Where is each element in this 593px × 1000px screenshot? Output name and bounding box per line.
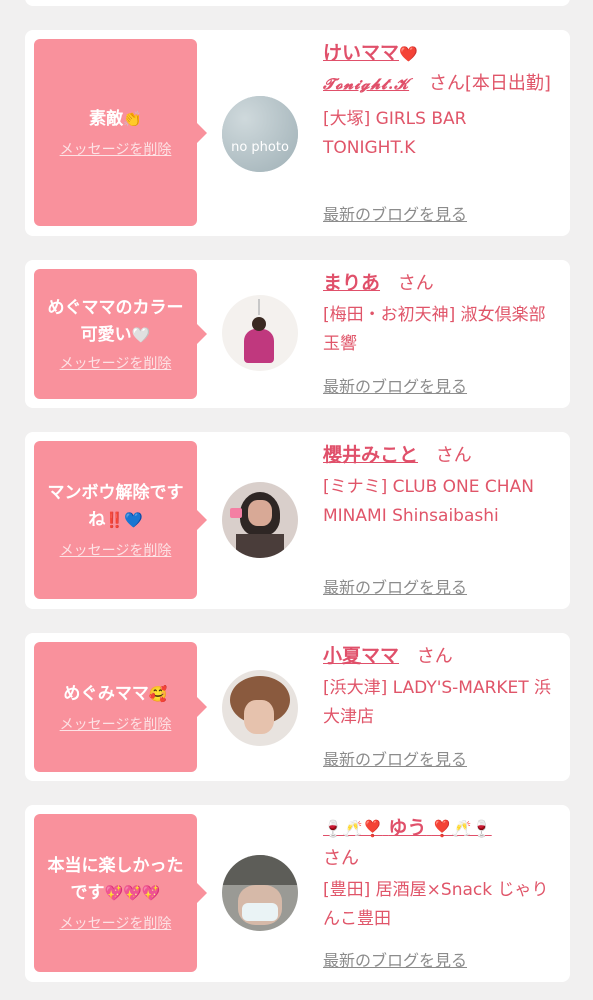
view-blog-link[interactable]: 最新のブログを見る — [323, 947, 467, 971]
message-text: めぐママのカラー可愛い🤍 — [47, 298, 184, 345]
store-brand-text: 𝓣𝓸𝓷𝓲𝓰𝓱𝓽.𝓚 — [323, 75, 410, 93]
view-blog-link[interactable]: 最新のブログを見る — [323, 574, 467, 598]
honorific: さん — [416, 646, 453, 667]
honorific: さん — [428, 73, 465, 94]
shop-info: [大塚] GIRLS BAR TONIGHT.K — [323, 109, 467, 158]
message-text: 本当に楽しかったです💖💖💖 — [47, 856, 184, 903]
message-bubble: 素敵👏 メッセージを削除 — [34, 39, 207, 226]
message-card: 本当に楽しかったです💖💖💖 メッセージを削除 🍷🥂❣️ ゆう ❣️🥂🍷 さん [… — [25, 805, 570, 982]
previous-card-edge — [25, 0, 570, 6]
delete-message-link[interactable]: メッセージを削除 — [60, 714, 172, 734]
avatar[interactable] — [222, 295, 298, 371]
avatar[interactable] — [222, 670, 298, 746]
shop-info: [浜大津] LADY'S-MARKET 浜大津店 — [323, 678, 552, 727]
message-card: めぐママのカラー可愛い🤍 メッセージを削除 まりあ さん [梅田・お初天神] 淑… — [25, 260, 570, 408]
avatar[interactable]: no photo — [222, 96, 298, 172]
message-text: めぐみママ🥰 — [63, 683, 168, 704]
sparkling-heart-icon: 💖💖💖 — [104, 884, 161, 902]
avatar[interactable] — [222, 855, 298, 931]
delete-message-link[interactable]: メッセージを削除 — [60, 353, 172, 373]
no-photo-text: no photo — [231, 140, 289, 155]
cast-name-link[interactable]: けいママ — [323, 42, 399, 64]
cast-name-link[interactable]: まりあ — [323, 272, 380, 294]
white-heart-icon: 🤍 — [131, 326, 151, 344]
clap-icon: 👏 — [123, 110, 142, 128]
message-text: マンボウ解除ですね‼️💙 — [47, 483, 184, 530]
cast-name-link[interactable]: 小夏ママ — [323, 645, 399, 667]
delete-message-link[interactable]: メッセージを削除 — [60, 913, 172, 933]
message-bubble: めぐママのカラー可愛い🤍 メッセージを削除 — [34, 269, 207, 399]
avatar[interactable] — [222, 482, 298, 558]
exclamation-blue-heart-icon: ‼️💙 — [105, 511, 143, 529]
shop-info: [ミナミ] CLUB ONE CHAN MINAMI Shinsaibashi — [323, 477, 534, 526]
message-card: 素敵👏 メッセージを削除 no photo けいママ❤️ 𝓣𝓸𝓷𝓲𝓰𝓱𝓽.𝓚 さ… — [25, 30, 570, 236]
working-today-label: [本日出勤] — [464, 73, 551, 94]
heart-wine-icon: ❣️🥂🍷 — [431, 819, 492, 838]
honorific: さん — [397, 273, 434, 294]
delete-message-link[interactable]: メッセージを削除 — [60, 139, 172, 159]
message-text: 素敵👏 — [89, 109, 142, 129]
wine-heart-icon: 🍷🥂❣️ — [323, 819, 383, 838]
honorific: さん — [435, 445, 472, 466]
shop-info: [梅田・お初天神] 淑女倶楽部 玉響 — [323, 305, 546, 354]
message-bubble: めぐみママ🥰 メッセージを削除 — [34, 642, 207, 772]
message-card: めぐみママ🥰 メッセージを削除 小夏ママ さん [浜大津] LADY'S-MAR… — [25, 633, 570, 781]
message-card: マンボウ解除ですね‼️💙 メッセージを削除 櫻井みこと さん [ミナミ] CLU… — [25, 432, 570, 609]
view-blog-link[interactable]: 最新のブログを見る — [323, 201, 467, 225]
message-bubble: マンボウ解除ですね‼️💙 メッセージを削除 — [34, 441, 207, 599]
shop-info: [豊田] 居酒屋×Snack じゃりんこ豊田 — [323, 880, 549, 929]
cast-name-link[interactable]: 櫻井みこと — [323, 444, 418, 466]
cast-name-link[interactable]: 🍷🥂❣️ ゆう ❣️🥂🍷 — [323, 817, 492, 839]
view-blog-link[interactable]: 最新のブログを見る — [323, 373, 467, 397]
message-bubble: 本当に楽しかったです💖💖💖 メッセージを削除 — [34, 814, 207, 972]
view-blog-link[interactable]: 最新のブログを見る — [323, 746, 467, 770]
smiling-face-with-hearts-icon: 🥰 — [148, 684, 168, 703]
honorific: さん — [323, 848, 359, 869]
red-heart-icon: ❤️ — [399, 45, 418, 63]
delete-message-link[interactable]: メッセージを削除 — [60, 540, 172, 560]
